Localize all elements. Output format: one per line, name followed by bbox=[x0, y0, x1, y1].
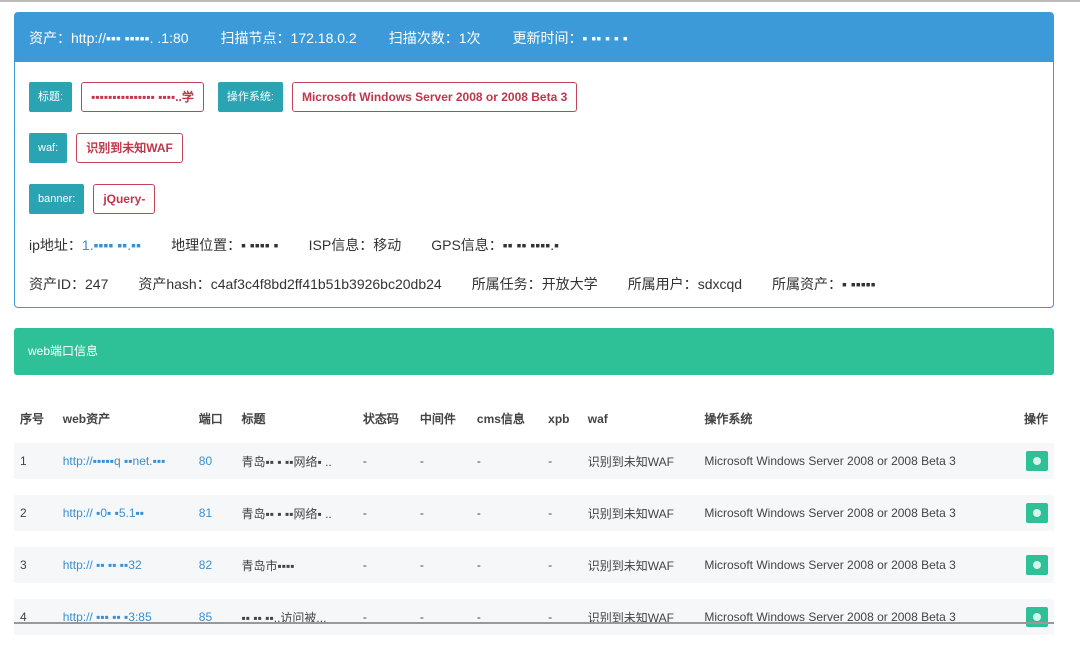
scan-node: 扫描节点：172.18.0.2 bbox=[220, 29, 357, 46]
cell-url[interactable]: http://▪▪▪▪▪q ▪▪net.▪▪▪ bbox=[56, 443, 193, 479]
cell-action bbox=[1011, 495, 1054, 531]
cell-xpb: - bbox=[542, 495, 582, 531]
cell-title: 青岛市▪▪▪▪ bbox=[235, 547, 357, 583]
cell-status: - bbox=[356, 495, 414, 531]
cell-waf: 识别到未知WAF bbox=[581, 495, 699, 531]
cell-cms: - bbox=[470, 547, 543, 583]
cell-cms: - bbox=[470, 599, 543, 635]
web-port-header: web端口信息 bbox=[14, 328, 1054, 375]
column-header: web资产 bbox=[62, 412, 111, 426]
cell-status: - bbox=[356, 547, 414, 583]
column-header: waf bbox=[587, 411, 608, 426]
waf-row: waf: 识别到未知WAF bbox=[29, 133, 197, 163]
os-label: 操作系统: bbox=[217, 82, 283, 112]
column-header: 端口 bbox=[198, 412, 223, 426]
ip-link[interactable]: 1.▪▪▪▪ ▪▪.▪▪ bbox=[82, 237, 141, 253]
table-row: 3 http:// ▪▪ ▪▪ ▪▪32 82 青岛市▪▪▪▪ - - - - 识别到未知WAF… bbox=[14, 547, 1054, 583]
title-os-row: 标题: ▪▪▪▪▪▪▪▪▪▪▪▪▪▪▪ ▪▪▪▪..学 操作系统: Micros… bbox=[29, 82, 591, 112]
column-header: xpb bbox=[548, 411, 570, 426]
cell-title: 青岛▪▪ ▪ ▪▪网络▪ .. bbox=[235, 443, 357, 479]
update-time: 更新时间：▪ ▪▪ ▪ ▪ ▪ bbox=[512, 29, 628, 46]
view-button[interactable] bbox=[1026, 555, 1048, 575]
waf-tag: 识别到未知WAF bbox=[76, 133, 183, 163]
ip-address: ip地址：1.▪▪▪▪ ▪▪.▪▪ bbox=[29, 237, 142, 253]
cell-status: - bbox=[356, 443, 414, 479]
column-header: cms信息 bbox=[476, 412, 525, 426]
asset-hash: 资产hash：c4af3c4f8bd2ff41b51b3926bc20db24 bbox=[138, 276, 442, 292]
cell-waf: 识别到未知WAF bbox=[581, 599, 699, 635]
cell-middleware: - bbox=[413, 443, 471, 479]
banner-row: banner: jQuery- bbox=[29, 184, 169, 214]
gps-info: GPS信息：▪▪ ▪▪ ▪▪▪▪.▪ bbox=[431, 237, 560, 253]
asset-panel-header: 资产：http://▪▪▪ ▪▪▪▪▪. .1:80 扫描节点：172.18.0… bbox=[15, 13, 1053, 62]
asset-info-panel: 资产：http://▪▪▪ ▪▪▪▪▪. .1:80 扫描节点：172.18.0… bbox=[14, 12, 1054, 308]
cell-url[interactable]: http:// ▪▪▪ ▪▪ ▪3:85 bbox=[56, 599, 193, 635]
web-port-table: 序号 web资产 端口 标题 状态码 中间件 cms信息 xpb waf 操作系统 操作 1 http… bbox=[14, 394, 1054, 651]
network-info-row: ip地址：1.▪▪▪▪ ▪▪.▪▪ 地理位置：▪ ▪▪▪▪ ▪ ISP信息：移动… bbox=[29, 235, 589, 255]
os-tag: Microsoft Windows Server 2008 or 2008 Be… bbox=[291, 82, 578, 112]
cell-os: Microsoft Windows Server 2008 or 2008 Be… bbox=[698, 599, 1012, 635]
column-header: 标题 bbox=[241, 412, 266, 426]
banner-label: banner: bbox=[29, 184, 85, 214]
asset-user: 所属用户：sdxcqd bbox=[627, 276, 743, 292]
asset-meta-row: 资产ID：247 资产hash：c4af3c4f8bd2ff41b51b3926… bbox=[29, 274, 906, 294]
title-label: 标题: bbox=[29, 82, 73, 112]
column-header: 状态码 bbox=[362, 412, 399, 426]
banner-tag: jQuery- bbox=[93, 184, 156, 214]
table-row: 1 http://▪▪▪▪▪q ▪▪net.▪▪▪ 80 青岛▪▪ ▪ ▪▪网络▪ .… bbox=[14, 443, 1054, 479]
cell-title: ▪▪ ▪▪ ▪▪..访问被... bbox=[235, 599, 357, 635]
asset-id: 资产ID：247 bbox=[29, 276, 109, 292]
table-row: 2 http:// ▪0▪ ▪5.1▪▪ 81 青岛▪▪ ▪ ▪▪网络▪ .. - - - -… bbox=[14, 495, 1054, 531]
view-button[interactable] bbox=[1026, 451, 1048, 471]
geo-location: 地理位置：▪ ▪▪▪▪ ▪ bbox=[171, 237, 279, 253]
view-button[interactable] bbox=[1026, 607, 1048, 627]
cell-middleware: - bbox=[413, 495, 471, 531]
asset-owner: 所属资产：▪ ▪▪▪▪▪ bbox=[772, 276, 876, 292]
top-divider bbox=[0, 0, 1080, 2]
cell-title: 青岛▪▪ ▪ ▪▪网络▪ .. bbox=[235, 495, 357, 531]
view-button[interactable] bbox=[1026, 503, 1048, 523]
waf-label: waf: bbox=[29, 133, 68, 163]
cell-status: - bbox=[356, 599, 414, 635]
cell-xpb: - bbox=[542, 443, 582, 479]
cell-no: 2 bbox=[14, 495, 57, 531]
cell-waf: 识别到未知WAF bbox=[581, 547, 699, 583]
column-header: 操作 bbox=[1023, 412, 1048, 426]
cell-os: Microsoft Windows Server 2008 or 2008 Be… bbox=[698, 443, 1012, 479]
column-header: 序号 bbox=[20, 412, 45, 426]
asset-url: 资产：http://▪▪▪ ▪▪▪▪▪. .1:80 bbox=[29, 29, 189, 46]
cell-middleware: - bbox=[413, 547, 471, 583]
cell-cms: - bbox=[470, 495, 543, 531]
cell-action bbox=[1011, 547, 1054, 583]
cell-url[interactable]: http:// ▪0▪ ▪5.1▪▪ bbox=[56, 495, 193, 531]
table-row: 4 http:// ▪▪▪ ▪▪ ▪3:85 85 ▪▪ ▪▪ ▪▪..访问被... -… bbox=[14, 599, 1054, 635]
column-header: 操作系统 bbox=[704, 412, 753, 426]
cell-no: 1 bbox=[14, 443, 57, 479]
cell-waf: 识别到未知WAF bbox=[581, 443, 699, 479]
cell-port[interactable]: 81 bbox=[192, 495, 236, 531]
isp-info: ISP信息：移动 bbox=[308, 237, 402, 253]
cell-url[interactable]: http:// ▪▪ ▪▪ ▪▪32 bbox=[56, 547, 193, 583]
cell-action bbox=[1011, 443, 1054, 479]
cell-port[interactable]: 85 bbox=[192, 599, 236, 635]
cell-xpb: - bbox=[542, 599, 582, 635]
cell-port[interactable]: 82 bbox=[192, 547, 236, 583]
cell-cms: - bbox=[470, 443, 543, 479]
cell-os: Microsoft Windows Server 2008 or 2008 Be… bbox=[698, 547, 1012, 583]
cell-middleware: - bbox=[413, 599, 471, 635]
column-header: 中间件 bbox=[419, 412, 456, 426]
scan-count: 扫描次数：1次 bbox=[388, 29, 481, 46]
cell-xpb: - bbox=[542, 547, 582, 583]
cell-os: Microsoft Windows Server 2008 or 2008 Be… bbox=[698, 495, 1012, 531]
cell-action bbox=[1011, 599, 1054, 635]
cell-port[interactable]: 80 bbox=[192, 443, 236, 479]
asset-task: 所属任务：开放大学 bbox=[471, 276, 598, 292]
bottom-divider bbox=[14, 622, 1054, 624]
title-tag: ▪▪▪▪▪▪▪▪▪▪▪▪▪▪▪ ▪▪▪▪..学 bbox=[81, 82, 204, 112]
cell-no: 3 bbox=[14, 547, 57, 583]
cell-no: 4 bbox=[14, 599, 57, 635]
